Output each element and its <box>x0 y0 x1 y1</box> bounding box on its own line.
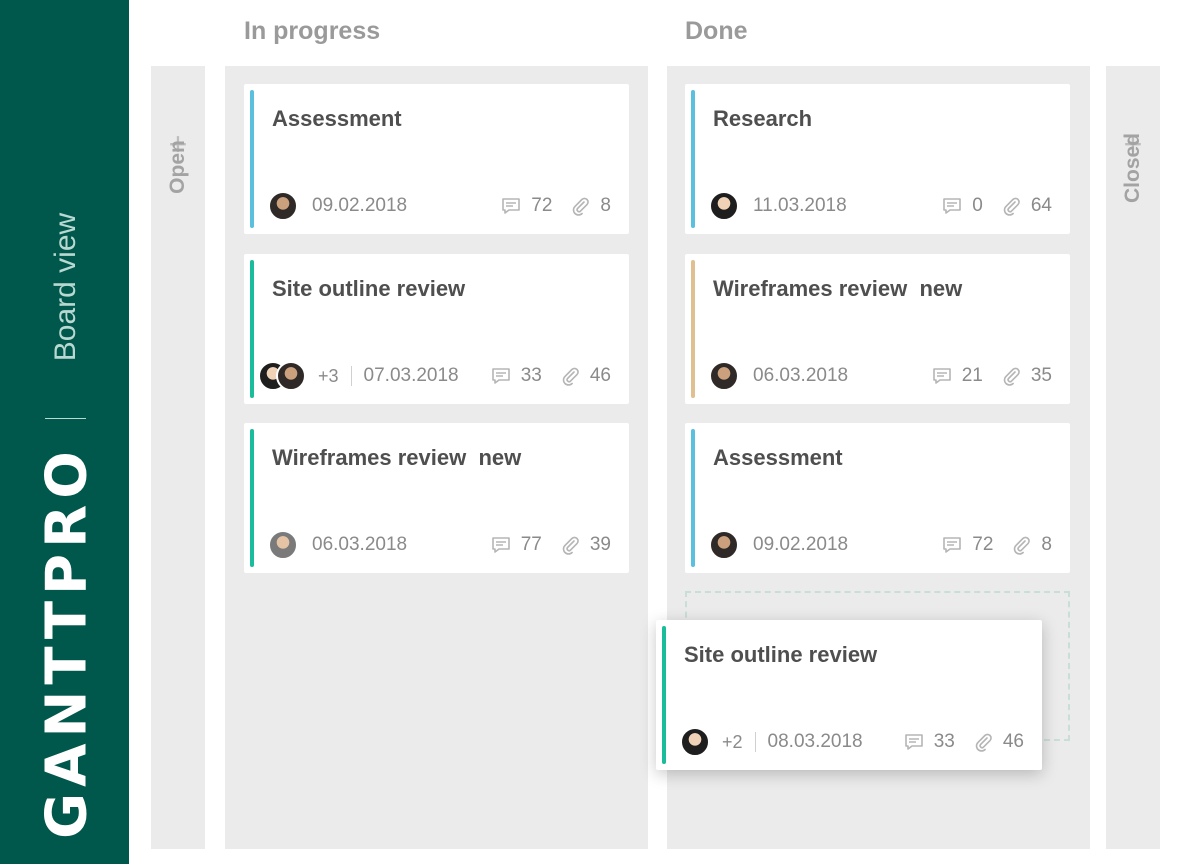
card-footer: 09.02.2018 72 8 <box>709 529 1052 561</box>
attachment-count[interactable]: 46 <box>973 731 1024 753</box>
task-card[interactable]: Research 11.03.2018 0 64 <box>685 84 1070 234</box>
extra-members-count[interactable]: +2 <box>722 732 743 753</box>
task-card[interactable]: Wireframes review new 06.03.2018 77 39 <box>244 423 629 573</box>
comment-count-value: 72 <box>972 534 994 555</box>
comment-count-value: 0 <box>972 195 983 216</box>
view-label: Board view <box>49 212 82 362</box>
card-footer: 11.03.2018 0 64 <box>709 190 1052 222</box>
avatar[interactable] <box>276 361 306 391</box>
comment-icon <box>491 537 510 553</box>
card-footer: +2 08.03.2018 33 46 <box>680 726 1024 758</box>
paperclip-icon <box>1003 197 1020 216</box>
card-date: 07.03.2018 <box>363 365 459 386</box>
card-date: 08.03.2018 <box>767 731 863 752</box>
attachment-count[interactable]: 8 <box>1011 534 1052 556</box>
card-accent <box>250 429 254 567</box>
column-open-collapsed[interactable]: + Open <box>151 66 205 849</box>
avatar[interactable] <box>709 530 739 560</box>
comment-count[interactable]: 21 <box>932 365 983 387</box>
extra-members-count[interactable]: +3 <box>318 366 339 387</box>
comment-count-value: 72 <box>531 195 553 216</box>
card-accent <box>691 260 695 398</box>
column-open-label: Open <box>166 140 189 194</box>
card-footer: 06.03.2018 77 39 <box>268 529 611 561</box>
column-closed-collapsed[interactable]: + Closed <box>1106 66 1160 849</box>
sidebar-divider <box>45 418 86 419</box>
brand-logo: GANTTPRO <box>34 445 100 839</box>
comment-count-value: 33 <box>520 365 542 386</box>
comment-count[interactable]: 77 <box>491 534 542 556</box>
paperclip-icon <box>562 536 579 555</box>
attachment-count-value: 46 <box>589 365 611 386</box>
card-accent <box>691 90 695 228</box>
comment-count[interactable]: 33 <box>491 365 542 387</box>
card-title: Assessment <box>272 106 402 131</box>
comment-icon <box>491 368 510 384</box>
card-date: 06.03.2018 <box>753 365 849 386</box>
card-accent <box>662 626 666 764</box>
task-card[interactable]: Site outline review +3 07.03.2018 33 46 <box>244 254 629 404</box>
comment-count-value: 21 <box>961 365 983 386</box>
attachment-count[interactable]: 35 <box>1001 365 1052 387</box>
attachment-count-value: 64 <box>1030 195 1052 216</box>
paperclip-icon <box>573 197 590 216</box>
footer-separator <box>754 732 756 752</box>
comment-icon <box>943 537 962 553</box>
comment-icon <box>943 198 962 214</box>
card-accent <box>250 90 254 228</box>
avatar[interactable] <box>268 530 298 560</box>
comment-count-value: 33 <box>933 731 955 752</box>
comment-count[interactable]: 33 <box>904 731 955 753</box>
comment-icon <box>904 734 923 750</box>
comment-count[interactable]: 0 <box>942 195 983 217</box>
card-accent <box>250 260 254 398</box>
card-footer: +3 07.03.2018 33 46 <box>258 360 611 392</box>
task-card[interactable]: Assessment 09.02.2018 72 8 <box>244 84 629 234</box>
paperclip-icon <box>562 367 579 386</box>
comment-count-value: 77 <box>520 534 542 555</box>
footer-separator <box>350 366 352 386</box>
attachment-count[interactable]: 8 <box>570 195 611 217</box>
card-title: Site outline review <box>684 642 878 667</box>
card-title: Wireframes review new <box>272 445 522 470</box>
avatar[interactable] <box>680 727 710 757</box>
card-title: Site outline review <box>272 276 466 301</box>
sidebar: Board view GANTTPRO <box>0 0 129 864</box>
card-footer: 09.02.2018 72 8 <box>268 190 611 222</box>
attachment-count-value: 46 <box>1002 731 1024 752</box>
attachment-count-value: 35 <box>1030 365 1052 386</box>
card-title: Wireframes review new <box>713 276 963 301</box>
attachment-count-value: 39 <box>589 534 611 555</box>
card-date: 11.03.2018 <box>753 195 847 216</box>
comment-icon <box>502 198 521 214</box>
card-date: 09.02.2018 <box>312 195 408 216</box>
column-in-progress: Assessment 09.02.2018 72 8 Site outline … <box>225 66 648 849</box>
attachment-count[interactable]: 39 <box>560 534 611 556</box>
paperclip-icon <box>1014 536 1031 555</box>
task-card[interactable]: Assessment 09.02.2018 72 8 <box>685 423 1070 573</box>
comment-icon <box>932 368 951 384</box>
paperclip-icon <box>1003 367 1020 386</box>
avatar[interactable] <box>268 191 298 221</box>
card-accent <box>691 429 695 567</box>
card-title: Assessment <box>713 445 843 470</box>
attachment-count-value: 8 <box>1041 534 1052 555</box>
column-closed-label: Closed <box>1121 132 1144 204</box>
column-title-in-progress: In progress <box>244 17 381 45</box>
column-title-done: Done <box>685 17 748 45</box>
attachment-count[interactable]: 46 <box>560 365 611 387</box>
card-title: Research <box>713 106 813 131</box>
avatar[interactable] <box>709 191 739 221</box>
card-date: 09.02.2018 <box>753 534 849 555</box>
card-footer: 06.03.2018 21 35 <box>709 360 1052 392</box>
attachment-count-value: 8 <box>600 195 611 216</box>
paperclip-icon <box>975 733 992 752</box>
task-card[interactable]: Wireframes review new 06.03.2018 21 35 <box>685 254 1070 404</box>
attachment-count[interactable]: 64 <box>1001 195 1052 217</box>
comment-count[interactable]: 72 <box>501 195 552 217</box>
card-date: 06.03.2018 <box>312 534 408 555</box>
comment-count[interactable]: 72 <box>942 534 993 556</box>
avatar[interactable] <box>709 361 739 391</box>
dragging-task-card[interactable]: Site outline review +2 08.03.2018 33 46 <box>656 620 1042 770</box>
